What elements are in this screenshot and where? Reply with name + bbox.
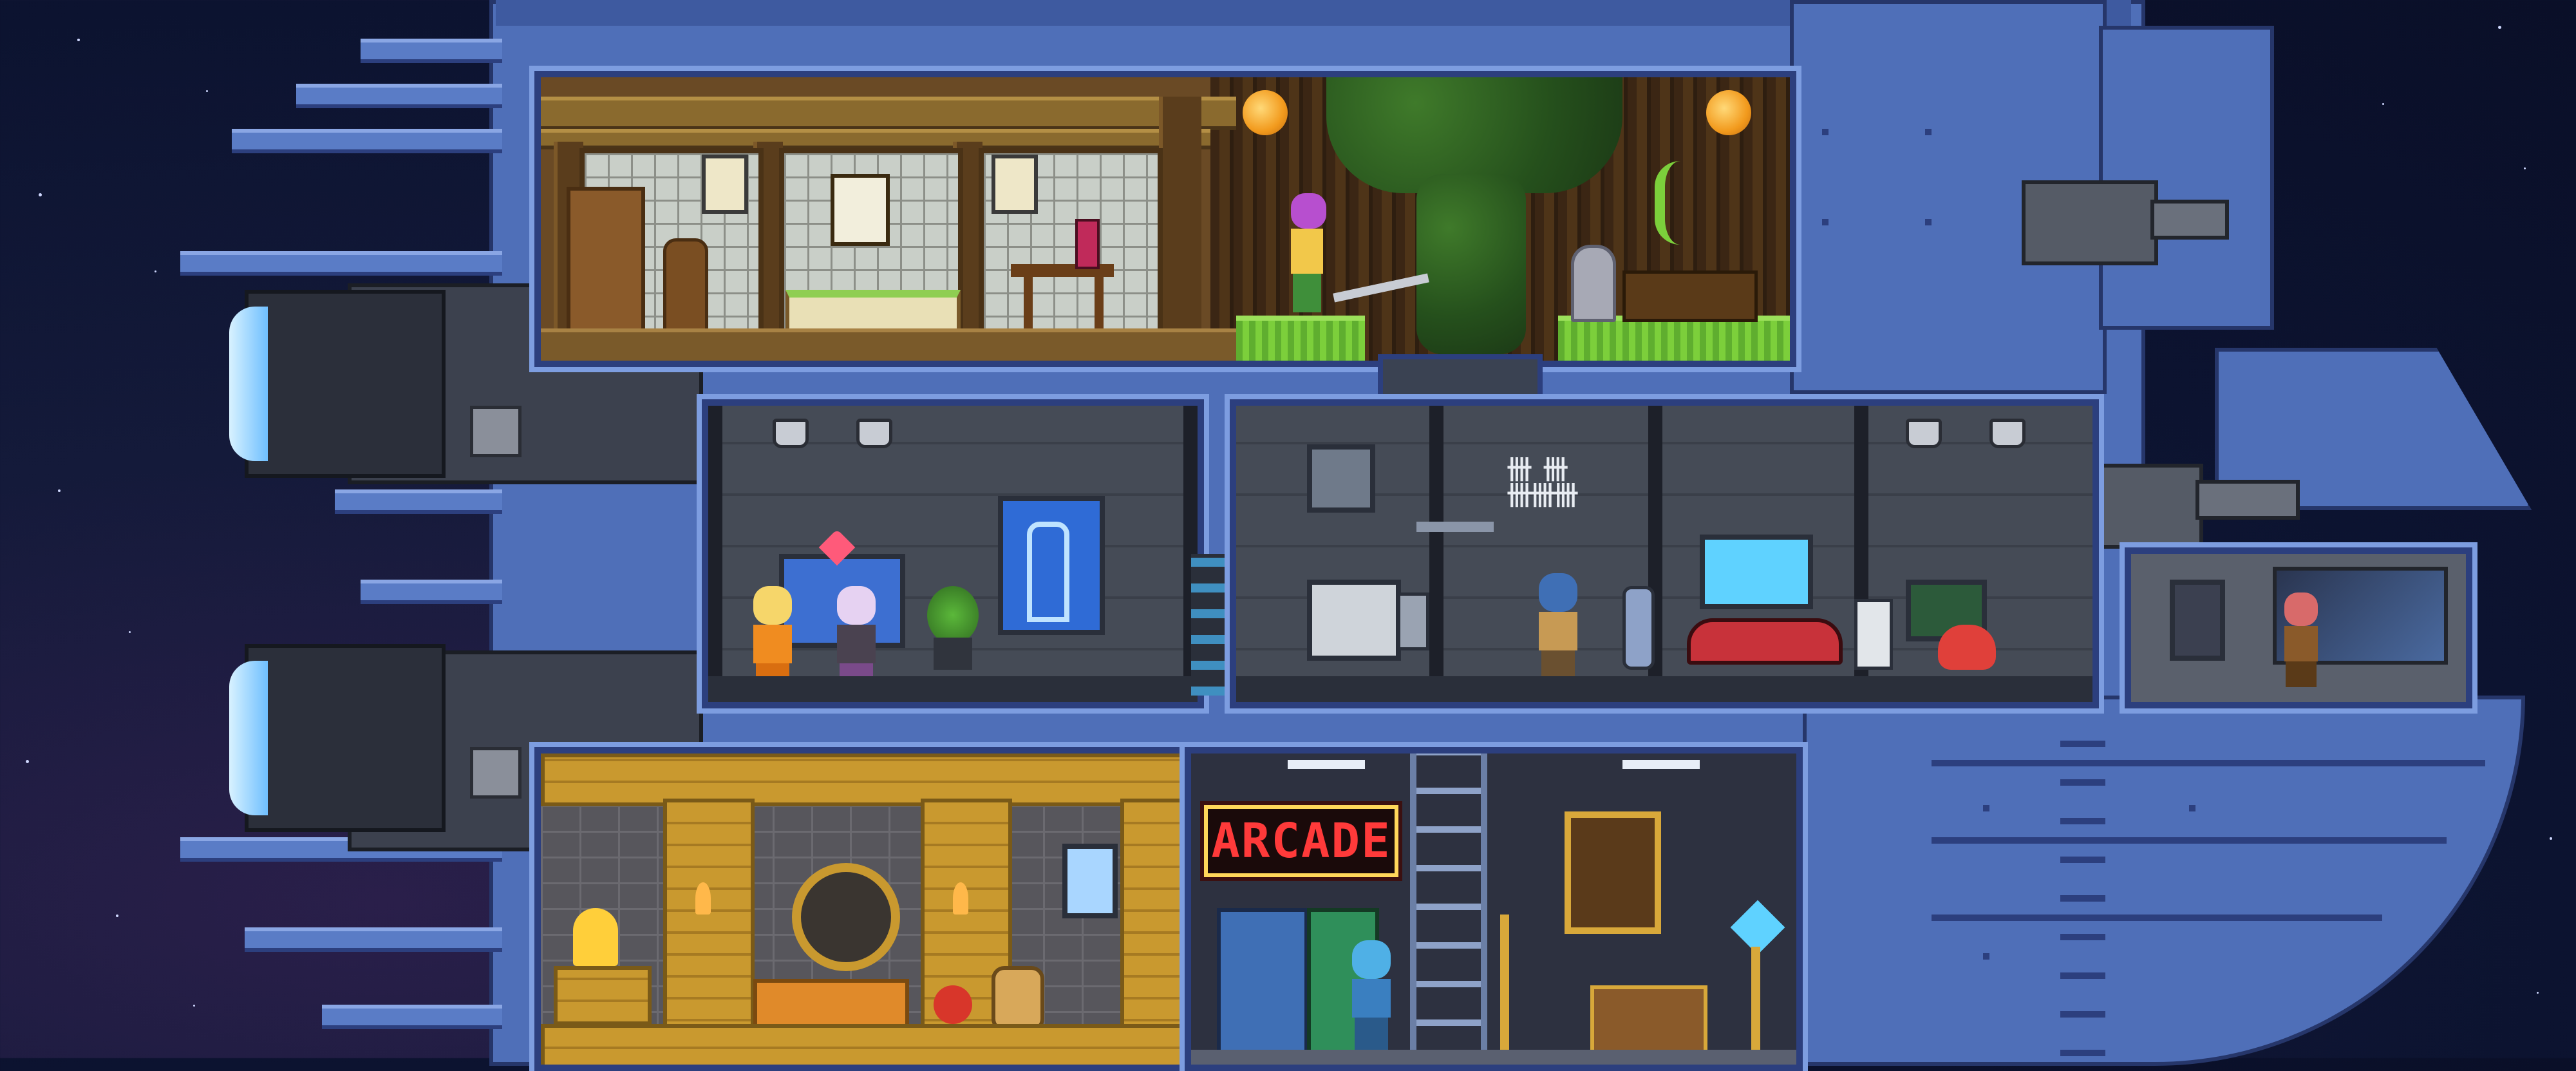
teleporter-icon[interactable] xyxy=(1307,444,1375,513)
keypad[interactable] xyxy=(1397,592,1429,650)
sake-bottle[interactable] xyxy=(1075,219,1100,269)
pipe-connector xyxy=(1191,554,1230,696)
ceiling-light xyxy=(1288,760,1365,769)
arcade-neon-sign: ARCADE xyxy=(1204,805,1398,877)
room-crew-quarters: 卌 卌卌卌卌 xyxy=(1225,394,2104,714)
portrait-painting xyxy=(1565,811,1661,934)
tree-trunk xyxy=(1416,174,1526,354)
gauge-panel[interactable] xyxy=(2170,580,2225,661)
turret-lower xyxy=(2092,464,2203,549)
plant-icon xyxy=(1655,161,1723,245)
arcade-sign-text: ARCADE xyxy=(1211,813,1391,869)
spotlight-icon xyxy=(856,419,892,448)
teleporter-pad[interactable] xyxy=(1687,618,1843,665)
vending-machine[interactable] xyxy=(1217,908,1308,1057)
screen-monitor[interactable] xyxy=(1700,535,1813,609)
crab-pet[interactable] xyxy=(1938,625,1996,670)
treasure-pedestal[interactable] xyxy=(554,966,652,1025)
tally-marks: 卌 卌卌卌卌 xyxy=(1507,455,1579,511)
vacuum-robot[interactable] xyxy=(1622,586,1655,670)
character-blue-hair-crew[interactable] xyxy=(1532,573,1584,689)
room-arcade-lounge: ARCADE xyxy=(1180,742,1808,1071)
thruster-glow xyxy=(229,661,268,815)
character-swordsman[interactable] xyxy=(1281,193,1333,316)
grass-patch xyxy=(1558,316,1790,361)
room-dojo-garden xyxy=(529,66,1801,372)
desk[interactable] xyxy=(1622,270,1758,322)
ceiling-light xyxy=(1622,760,1700,769)
spotlight-icon xyxy=(773,419,809,448)
diamond-stand xyxy=(1751,947,1760,1050)
candelabra-icon xyxy=(1500,915,1509,1050)
hanging-lantern-icon xyxy=(702,155,748,214)
character-avian-crew[interactable] xyxy=(1346,940,1397,1056)
wall-scroll xyxy=(831,174,890,246)
chair[interactable] xyxy=(663,238,708,335)
plant-pot xyxy=(934,638,972,670)
fridge[interactable] xyxy=(1307,580,1401,661)
trophy-icon[interactable] xyxy=(573,908,618,966)
character-pilot[interactable] xyxy=(2279,592,2324,689)
thruster-glow xyxy=(229,307,268,461)
snake-pet[interactable] xyxy=(934,985,972,1024)
potted-plant-icon xyxy=(927,586,979,644)
room-cockpit xyxy=(2120,542,2477,714)
wall-screen[interactable] xyxy=(1062,844,1118,918)
spotlight-icon xyxy=(1989,419,2026,448)
sun-emblem-icon xyxy=(792,863,900,971)
stone xyxy=(1571,245,1616,322)
hanging-lantern-icon xyxy=(992,155,1038,214)
paper-lantern-icon xyxy=(1243,90,1288,135)
spotlight-icon xyxy=(1906,419,1942,448)
torch-icon xyxy=(695,882,711,915)
torch-icon xyxy=(953,882,968,915)
ladder[interactable] xyxy=(1410,753,1487,1065)
engine-thruster-upper xyxy=(229,290,446,478)
turret-upper xyxy=(2022,180,2158,265)
paper-lantern-icon xyxy=(1706,90,1751,135)
shelf xyxy=(1416,522,1494,532)
treasure-chest[interactable] xyxy=(1590,985,1707,1057)
water-cooler[interactable] xyxy=(1854,599,1893,670)
grass-patch xyxy=(1236,316,1365,361)
wardrobe[interactable] xyxy=(567,187,645,336)
vase-icon[interactable] xyxy=(992,966,1044,1032)
room-desert-temple xyxy=(529,742,1203,1071)
engine-thruster-lower xyxy=(229,644,446,832)
room-medical-bay xyxy=(697,394,1209,714)
